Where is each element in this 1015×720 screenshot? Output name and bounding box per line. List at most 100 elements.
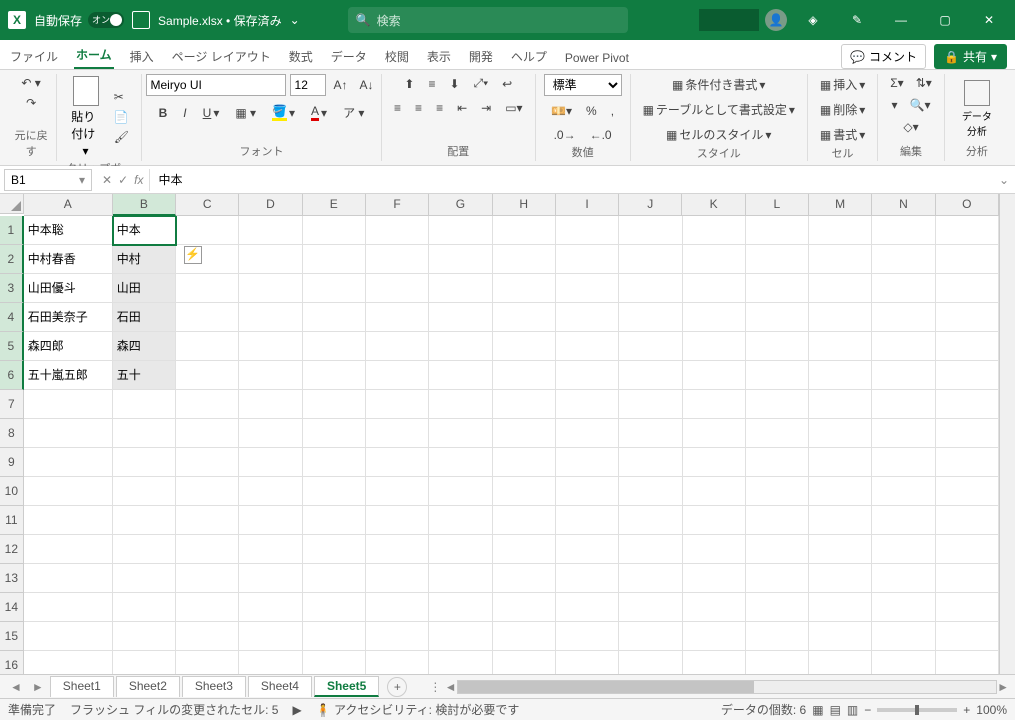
column-header-A[interactable]: A: [24, 194, 113, 216]
view-pagebreak-icon[interactable]: ▥: [847, 703, 858, 717]
select-all-corner[interactable]: [0, 194, 24, 214]
cell-D13[interactable]: [239, 564, 302, 593]
cell-N3[interactable]: [872, 274, 935, 303]
view-normal-icon[interactable]: ▦: [812, 703, 823, 717]
cell-M12[interactable]: [809, 535, 872, 564]
cell-J8[interactable]: [619, 419, 682, 448]
row-header-12[interactable]: 12: [0, 535, 24, 564]
cell-D8[interactable]: [239, 419, 302, 448]
cell-F6[interactable]: [366, 361, 429, 390]
cell-O3[interactable]: [936, 274, 999, 303]
row-header-9[interactable]: 9: [0, 448, 24, 477]
decrease-font-button[interactable]: A↓: [356, 76, 378, 94]
cell-K16[interactable]: [683, 651, 746, 674]
tab-pagelayout[interactable]: ページ レイアウト: [170, 44, 273, 69]
row-header-6[interactable]: 6: [0, 361, 24, 390]
bold-button[interactable]: B: [155, 102, 172, 123]
merge-button[interactable]: ▭▾: [501, 99, 526, 117]
cell-H8[interactable]: [493, 419, 556, 448]
tab-insert[interactable]: 挿入: [128, 44, 156, 69]
row-header-10[interactable]: 10: [0, 477, 24, 506]
cell-D15[interactable]: [239, 622, 302, 651]
cell-A16[interactable]: [24, 651, 113, 674]
cell-K8[interactable]: [683, 419, 746, 448]
row-header-1[interactable]: 1: [0, 216, 24, 245]
cell-I6[interactable]: [556, 361, 619, 390]
cell-I7[interactable]: [556, 390, 619, 419]
cell-L4[interactable]: [746, 303, 809, 332]
name-box[interactable]: B1▾: [4, 169, 92, 191]
autosum-button[interactable]: Σ▾: [886, 74, 907, 92]
filename-dropdown-icon[interactable]: ⌄: [290, 13, 300, 27]
cell-H1[interactable]: [493, 216, 556, 245]
sort-filter-button[interactable]: ⇅▾: [912, 74, 936, 92]
cell-B7[interactable]: [113, 390, 176, 419]
cell-H14[interactable]: [493, 593, 556, 622]
cell-O6[interactable]: [936, 361, 999, 390]
borders-button[interactable]: ▦ ▾: [231, 102, 260, 123]
cell-L13[interactable]: [746, 564, 809, 593]
cell-J11[interactable]: [619, 506, 682, 535]
cancel-formula-icon[interactable]: ✕: [102, 173, 112, 187]
cell-D11[interactable]: [239, 506, 302, 535]
tab-powerpivot[interactable]: Power Pivot: [563, 47, 631, 69]
cell-N12[interactable]: [872, 535, 935, 564]
column-header-B[interactable]: B: [113, 194, 176, 216]
cell-N9[interactable]: [872, 448, 935, 477]
insert-cells-button[interactable]: ▦ 挿入 ▾: [816, 74, 869, 95]
cell-A15[interactable]: [24, 622, 113, 651]
cell-D5[interactable]: [239, 332, 302, 361]
cell-E14[interactable]: [303, 593, 366, 622]
cell-N8[interactable]: [872, 419, 935, 448]
cell-M6[interactable]: [809, 361, 872, 390]
cell-I5[interactable]: [556, 332, 619, 361]
font-name-select[interactable]: [146, 74, 286, 96]
conditional-format-button[interactable]: ▦ 条件付き書式 ▾: [668, 74, 769, 95]
cell-K13[interactable]: [683, 564, 746, 593]
cell-E8[interactable]: [303, 419, 366, 448]
fill-color-button[interactable]: 🪣▾: [268, 102, 299, 123]
cell-A9[interactable]: [24, 448, 113, 477]
cell-G4[interactable]: [429, 303, 492, 332]
cell-N5[interactable]: [872, 332, 935, 361]
row-header-16[interactable]: 16: [0, 651, 24, 674]
cell-G9[interactable]: [429, 448, 492, 477]
cell-I14[interactable]: [556, 593, 619, 622]
cell-F15[interactable]: [366, 622, 429, 651]
cell-H15[interactable]: [493, 622, 556, 651]
cell-J13[interactable]: [619, 564, 682, 593]
close-button[interactable]: ✕: [971, 2, 1007, 38]
cell-L16[interactable]: [746, 651, 809, 674]
cell-styles-button[interactable]: ▦ セルのスタイル ▾: [662, 124, 775, 145]
cell-E13[interactable]: [303, 564, 366, 593]
cell-G5[interactable]: [429, 332, 492, 361]
cell-B3[interactable]: 山田: [113, 274, 176, 303]
cell-L5[interactable]: [746, 332, 809, 361]
align-center-button[interactable]: ≡: [411, 99, 426, 117]
cell-E4[interactable]: [303, 303, 366, 332]
cell-D10[interactable]: [239, 477, 302, 506]
column-header-K[interactable]: K: [682, 194, 745, 216]
cell-B12[interactable]: [113, 535, 176, 564]
row-header-4[interactable]: 4: [0, 303, 24, 332]
cell-C15[interactable]: [176, 622, 239, 651]
cell-N13[interactable]: [872, 564, 935, 593]
cell-M5[interactable]: [809, 332, 872, 361]
cell-A12[interactable]: [24, 535, 113, 564]
cell-D6[interactable]: [239, 361, 302, 390]
increase-decimal-button[interactable]: .0→: [550, 126, 580, 144]
cell-G6[interactable]: [429, 361, 492, 390]
brush-icon[interactable]: ✎: [839, 2, 875, 38]
cell-D7[interactable]: [239, 390, 302, 419]
cell-F7[interactable]: [366, 390, 429, 419]
cell-F2[interactable]: [366, 245, 429, 274]
cell-N16[interactable]: [872, 651, 935, 674]
column-header-G[interactable]: G: [429, 194, 492, 216]
cell-L3[interactable]: [746, 274, 809, 303]
cell-K9[interactable]: [683, 448, 746, 477]
cell-A2[interactable]: 中村春香: [24, 245, 113, 274]
cell-O8[interactable]: [936, 419, 999, 448]
align-middle-button[interactable]: ≡: [424, 74, 439, 93]
fx-icon[interactable]: fx: [134, 173, 143, 187]
cell-H2[interactable]: [493, 245, 556, 274]
